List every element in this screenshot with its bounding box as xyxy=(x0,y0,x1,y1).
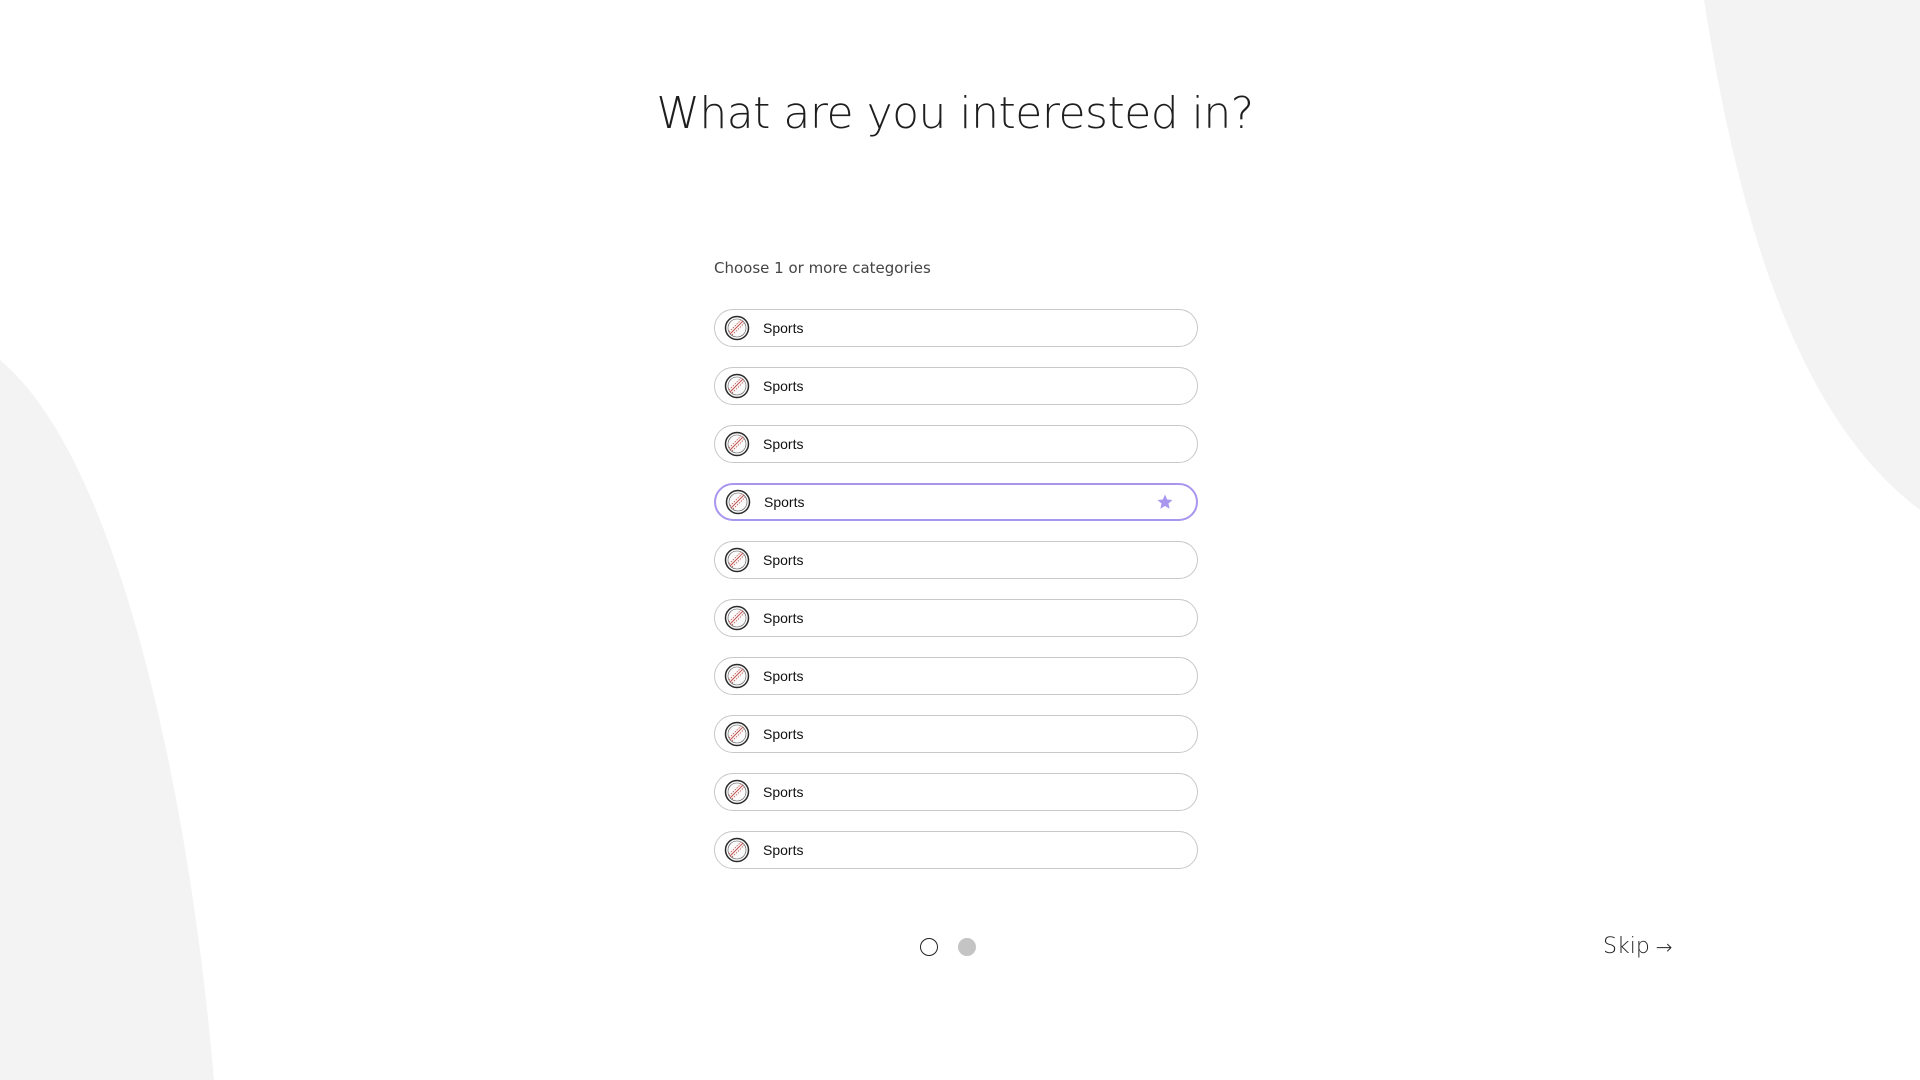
baseball-icon xyxy=(724,663,750,689)
baseball-icon xyxy=(724,431,750,457)
skip-button[interactable]: Skip → xyxy=(1603,934,1673,959)
baseball-icon xyxy=(724,373,750,399)
category-label: Sports xyxy=(763,726,804,742)
page-title: What are you interested in? xyxy=(656,88,1254,139)
baseball-icon xyxy=(725,489,751,515)
baseball-icon xyxy=(724,837,750,863)
baseball-icon xyxy=(724,721,750,747)
category-option[interactable]: Sports xyxy=(714,309,1198,347)
arrow-right-icon: → xyxy=(1655,934,1673,959)
category-label: Sports xyxy=(763,378,804,394)
baseball-icon xyxy=(724,779,750,805)
category-option[interactable]: Sports xyxy=(714,541,1198,579)
instructions-text: Choose 1 or more categories xyxy=(714,259,931,277)
skip-label: Skip xyxy=(1603,934,1650,959)
category-label: Sports xyxy=(763,842,804,858)
star-icon xyxy=(1156,493,1174,511)
category-option[interactable]: Sports xyxy=(714,367,1198,405)
category-option[interactable]: Sports xyxy=(714,425,1198,463)
pagination-dots xyxy=(920,938,976,956)
category-list: Sports Sports Sports Sports Sports Sports Spor… xyxy=(714,309,1198,889)
baseball-icon xyxy=(724,315,750,341)
category-label: Sports xyxy=(763,784,804,800)
category-label: Sports xyxy=(763,320,804,336)
category-label: Sports xyxy=(763,552,804,568)
category-option[interactable]: Sports xyxy=(714,715,1198,753)
category-label: Sports xyxy=(764,494,805,510)
baseball-icon xyxy=(724,605,750,631)
category-option[interactable]: Sports xyxy=(714,831,1198,869)
category-option[interactable]: Sports xyxy=(714,483,1198,521)
category-option[interactable]: Sports xyxy=(714,599,1198,637)
page-dot-1[interactable] xyxy=(920,938,938,956)
category-option[interactable]: Sports xyxy=(714,657,1198,695)
category-label: Sports xyxy=(763,610,804,626)
category-option[interactable]: Sports xyxy=(714,773,1198,811)
category-label: Sports xyxy=(763,668,804,684)
category-label: Sports xyxy=(763,436,804,452)
page-dot-2[interactable] xyxy=(958,938,976,956)
onboarding-page: What are you interested in? Choose 1 or … xyxy=(0,0,1920,1080)
baseball-icon xyxy=(724,547,750,573)
